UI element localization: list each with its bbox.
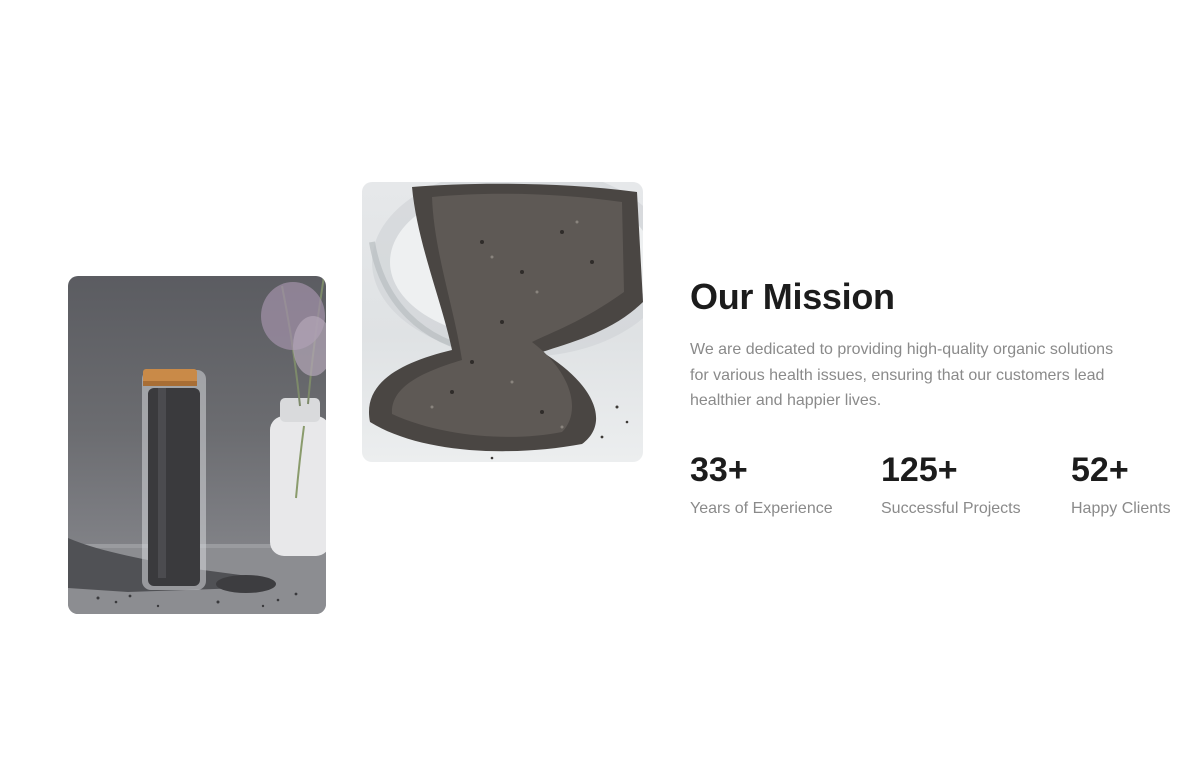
chia-seeds-jar-image [362, 182, 643, 462]
chia-bottle-image [68, 276, 326, 614]
chia-bottle-illustration [68, 276, 326, 614]
stat-value: 52+ [1071, 451, 1129, 489]
chia-seeds-jar-illustration [368, 182, 643, 460]
stat-value: 125+ [881, 451, 958, 489]
mission-description: We are dedicated to providing high-quali… [690, 341, 1114, 409]
mission-title: Our Mission [690, 276, 895, 317]
stat-years-experience: 33+ Years of Experience [690, 450, 833, 518]
stat-label: Years of Experience [690, 500, 833, 517]
stat-label: Successful Projects [881, 500, 1021, 517]
stat-value: 33+ [690, 451, 748, 489]
stat-label: Happy Clients [1071, 500, 1171, 517]
stat-successful-projects: 125+ Successful Projects [881, 450, 1021, 518]
stat-happy-clients: 52+ Happy Clients [1071, 450, 1171, 518]
